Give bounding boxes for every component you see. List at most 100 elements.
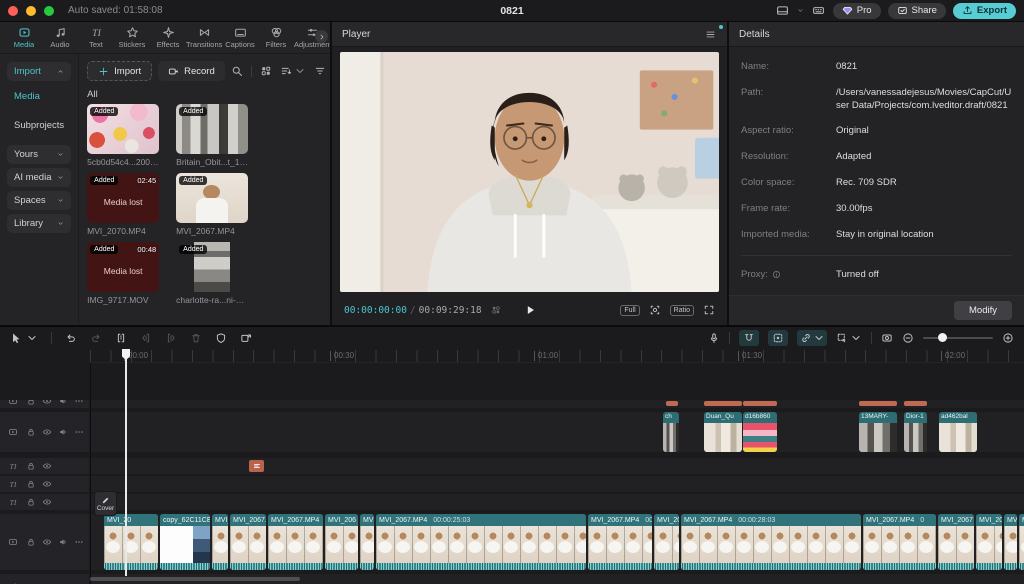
tab-captions[interactable]: Captions xyxy=(222,26,258,49)
layout-caret-icon[interactable] xyxy=(797,7,804,14)
text-icon[interactable]: TI xyxy=(8,461,18,471)
delete-icon[interactable] xyxy=(190,332,202,344)
video-clip-13-mvi-20[interactable]: MVI_20 xyxy=(976,514,1002,570)
collapsed-clip-1[interactable] xyxy=(704,401,742,406)
text-icon[interactable]: TI xyxy=(8,479,18,489)
pro-button[interactable]: Pro xyxy=(833,3,881,19)
overlay-clip-ad462bal[interactable]: ad462bal xyxy=(939,412,977,452)
sort-button[interactable] xyxy=(280,65,306,77)
shortcuts-icon[interactable] xyxy=(811,4,826,17)
videotrack-icon[interactable] xyxy=(8,427,18,437)
eye-icon[interactable] xyxy=(42,497,52,507)
overlay-clip-d16b860[interactable]: d16b860 xyxy=(743,412,777,452)
share-button[interactable]: Share xyxy=(888,3,946,19)
more-tabs-button[interactable] xyxy=(315,30,328,43)
media-card-mvi-2067-mp4[interactable]: AddedMVI_2067.MP4 xyxy=(176,173,248,236)
video-clip-10-mvi-2067-mp4[interactable]: MVI_2067.MP400:00:28:03 xyxy=(681,514,861,570)
tab-transitions[interactable]: Transitions xyxy=(186,26,222,49)
export-button[interactable]: Export xyxy=(953,3,1016,19)
import-button[interactable]: Import xyxy=(87,61,152,81)
video-clip-5-mvi-206[interactable]: MVI_206 xyxy=(325,514,358,570)
record-button[interactable]: Record xyxy=(158,61,225,81)
video-clip-1-copy-62c11cea[interactable]: copy_62C11CEA xyxy=(160,514,210,570)
video-clip-9-mvi-20[interactable]: MVI_20 xyxy=(654,514,679,570)
zoom-in-icon[interactable] xyxy=(1002,332,1014,344)
sidebar-item-import[interactable]: Import xyxy=(7,62,71,81)
multi-select-button[interactable] xyxy=(836,332,862,344)
video-clip-0-mvi-20[interactable]: MVI_20 xyxy=(104,514,158,570)
full-button[interactable]: Full xyxy=(620,305,639,316)
delete-left-icon[interactable] xyxy=(140,332,152,344)
sidebar-item-spaces[interactable]: Spaces xyxy=(7,191,71,210)
video-clip-12-mvi-2067[interactable]: MVI_2067 xyxy=(938,514,974,570)
overlay-clip-13mary[interactable]: 13MARY- xyxy=(859,412,897,452)
overlay-clip-duan-qu[interactable]: Duan_Qu xyxy=(704,412,742,452)
redo-icon[interactable] xyxy=(90,332,102,344)
collapsed-clip-3[interactable] xyxy=(859,401,897,406)
eye-icon[interactable] xyxy=(42,461,52,471)
preview-axis-icon[interactable] xyxy=(881,332,893,344)
modify-button[interactable]: Modify xyxy=(954,301,1012,320)
more-icon[interactable] xyxy=(74,537,84,547)
sidebar-item-library[interactable]: Library xyxy=(7,214,71,233)
speaker-icon[interactable] xyxy=(58,400,68,406)
sidebar-item-media[interactable]: Media xyxy=(7,87,71,106)
media-card-britain-obit-t-12019-avif[interactable]: AddedBritain_Obit...t_12019.avif xyxy=(176,104,248,167)
video-clip-6-mvi[interactable]: MVI_ xyxy=(360,514,374,570)
lock-icon[interactable] xyxy=(26,400,36,406)
grid-view-icon[interactable] xyxy=(260,65,272,77)
link-clips-button[interactable] xyxy=(797,330,827,346)
video-clip-14-mvi[interactable]: MVI xyxy=(1004,514,1017,570)
fullscreen-icon[interactable] xyxy=(703,304,715,316)
media-card-5cb0d54c4-2008-avif[interactable]: Added5cb0d54c4...2008.avif xyxy=(87,104,159,167)
tab-effects[interactable]: Effects xyxy=(150,26,186,49)
overlay-clip-ch[interactable]: ch xyxy=(663,412,679,452)
eye-icon[interactable] xyxy=(42,479,52,489)
lock-icon[interactable] xyxy=(26,479,36,489)
info-icon[interactable] xyxy=(772,270,781,279)
lock-icon[interactable] xyxy=(26,427,36,437)
ratio-button[interactable]: Ratio xyxy=(670,305,694,316)
speaker-icon[interactable] xyxy=(58,427,68,437)
video-clip-3-mvi-2067-m[interactable]: MVI_2067.M xyxy=(230,514,266,570)
magnetic-snap-button[interactable] xyxy=(739,330,759,346)
media-card-charlotte-ra-ni-skirt-jpg[interactable]: Addedcharlotte-ra...ni-skirt.jpg xyxy=(176,242,248,305)
zoom-window-button[interactable] xyxy=(44,6,54,16)
video-clip-11-mvi-2067-mp4[interactable]: MVI_2067.MP40 xyxy=(863,514,936,570)
media-card-img-9717-mov[interactable]: Added00:48Media lostIMG_9717.MOV xyxy=(87,242,159,305)
minimize-window-button[interactable] xyxy=(26,6,36,16)
lock-icon[interactable] xyxy=(26,461,36,471)
sidebar-item-yours[interactable]: Yours xyxy=(7,145,71,164)
more-icon[interactable] xyxy=(74,400,84,406)
overlay-clip-dior-1[interactable]: Dior-1 xyxy=(904,412,927,452)
focus-icon[interactable] xyxy=(649,304,661,316)
sidebar-item-subprojects[interactable]: Subprojects xyxy=(7,116,71,135)
tab-text[interactable]: TIText xyxy=(78,26,114,49)
mask-icon[interactable] xyxy=(215,332,227,344)
zoom-slider-knob[interactable] xyxy=(938,333,947,342)
tab-audio[interactable]: Audio xyxy=(42,26,78,49)
zoom-out-icon[interactable] xyxy=(902,332,914,344)
record-voiceover-icon[interactable] xyxy=(708,332,720,344)
collapsed-clip-4[interactable] xyxy=(904,401,927,406)
close-window-button[interactable] xyxy=(8,6,18,16)
videotrack-icon[interactable] xyxy=(8,537,18,547)
media-card-mvi-2070-mp4[interactable]: Added02:45Media lostMVI_2070.MP4 xyxy=(87,173,159,236)
video-clip-7-mvi-2067-mp4[interactable]: MVI_2067.MP400:00:25:03 xyxy=(376,514,586,570)
video-clip-2-mvi[interactable]: MVI_ xyxy=(212,514,228,570)
lock-icon[interactable] xyxy=(26,497,36,507)
undo-icon[interactable] xyxy=(65,332,77,344)
filter-button[interactable] xyxy=(314,65,330,77)
timeline-zoom-slider[interactable] xyxy=(923,337,993,339)
more-icon[interactable] xyxy=(74,427,84,437)
eye-icon[interactable] xyxy=(42,537,52,547)
eye-icon[interactable] xyxy=(42,427,52,437)
tab-filters[interactable]: Filters xyxy=(258,26,294,49)
videotrack-icon[interactable] xyxy=(8,400,18,406)
speaker-icon[interactable] xyxy=(58,537,68,547)
auto-snap-button[interactable] xyxy=(768,330,788,346)
video-preview[interactable] xyxy=(340,52,719,292)
collapsed-clip-2[interactable] xyxy=(743,401,777,406)
tab-media[interactable]: Media xyxy=(6,26,42,49)
eye-icon[interactable] xyxy=(42,400,52,406)
